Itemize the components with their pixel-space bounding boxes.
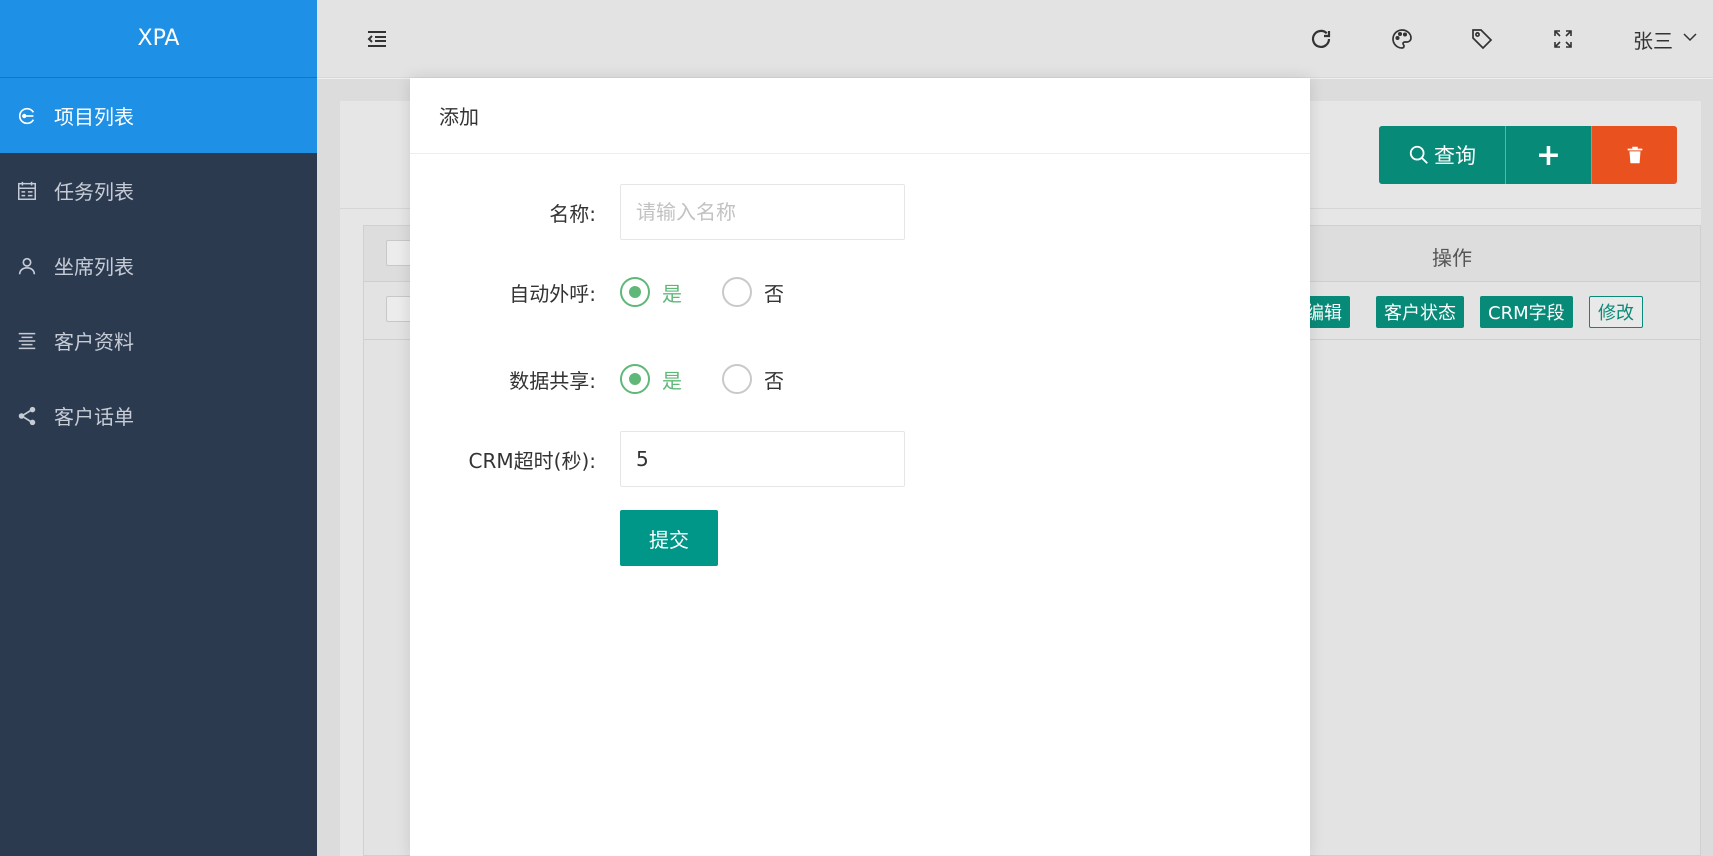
sidebar-item-tasks[interactable]: 任务列表 — [0, 153, 317, 228]
modal-title: 添加 — [410, 78, 1310, 154]
radio-circle — [620, 364, 650, 394]
crm-timeout-row: CRM超时(秒): — [410, 431, 905, 487]
select-all-checkbox[interactable] — [386, 240, 412, 266]
radio-label: 否 — [764, 368, 784, 393]
sidebar-item-label: 客户话单 — [54, 405, 134, 429]
radio-label: 是 — [662, 281, 682, 306]
calendar-icon — [16, 180, 38, 202]
sidebar-item-label: 任务列表 — [54, 180, 134, 204]
data-share-yes-radio[interactable]: 是 — [620, 364, 682, 394]
crm-fields-button[interactable]: CRM字段 — [1480, 296, 1573, 328]
modify-button[interactable]: 修改 — [1589, 296, 1643, 328]
query-button[interactable]: 查询 — [1379, 126, 1506, 184]
chevron-down-icon — [1673, 27, 1699, 51]
palette-icon[interactable] — [1387, 24, 1417, 54]
customer-status-button[interactable]: 客户状态 — [1376, 296, 1464, 328]
auto-call-yes-radio[interactable]: 是 — [620, 277, 682, 307]
user-name: 张三 — [1633, 28, 1673, 53]
radio-label: 是 — [662, 368, 682, 393]
sidebar: XPA 项目列表 任务列表 坐席列表 客户资料 客户话单 — [0, 0, 317, 856]
trash-icon — [1624, 144, 1646, 166]
radio-circle — [722, 364, 752, 394]
sidebar-item-call-records[interactable]: 客户话单 — [0, 378, 317, 453]
data-share-row: 数据共享: 是 否 — [410, 351, 784, 407]
name-input[interactable] — [620, 184, 905, 240]
align-icon — [16, 330, 38, 352]
submit-button[interactable]: 提交 — [620, 510, 718, 566]
share-icon — [16, 405, 38, 427]
tag-icon[interactable] — [1467, 24, 1497, 54]
data-share-no-radio[interactable]: 否 — [722, 364, 784, 394]
sidebar-item-agents[interactable]: 坐席列表 — [0, 228, 317, 303]
sidebar-item-projects[interactable]: 项目列表 — [0, 78, 317, 153]
radio-label: 否 — [764, 281, 784, 306]
sidebar-item-customers[interactable]: 客户资料 — [0, 303, 317, 378]
user-menu[interactable]: 张三 — [1633, 24, 1699, 54]
crm-timeout-label: CRM超时(秒): — [468, 448, 596, 473]
refresh-icon[interactable] — [1306, 24, 1336, 54]
auto-call-label: 自动外呼: — [509, 281, 596, 306]
crm-timeout-input[interactable] — [620, 431, 905, 487]
data-share-label: 数据共享: — [509, 368, 596, 393]
radio-circle — [620, 277, 650, 307]
add-label: + — [1535, 137, 1562, 173]
auto-call-row: 自动外呼: 是 否 — [410, 264, 784, 320]
top-bar: 张三 — [317, 0, 1713, 78]
menu-fold-icon[interactable] — [362, 24, 392, 54]
add-modal: 添加 名称: 自动外呼: 是 否 数据共享: 是 否 CRM超时(秒): 提交 — [410, 78, 1310, 856]
query-label: 查询 — [1434, 144, 1476, 168]
radio-circle — [722, 277, 752, 307]
sidebar-item-label: 坐席列表 — [54, 255, 134, 279]
user-icon — [16, 255, 38, 277]
app-logo: XPA — [0, 0, 317, 78]
fullscreen-icon[interactable] — [1548, 24, 1578, 54]
add-button[interactable]: + — [1506, 126, 1592, 184]
sidebar-item-label: 客户资料 — [54, 330, 134, 354]
row-checkbox[interactable] — [386, 296, 412, 322]
search-icon — [1408, 144, 1430, 166]
delete-button[interactable] — [1592, 126, 1677, 184]
name-label: 名称: — [549, 201, 596, 226]
sidebar-item-label: 项目列表 — [54, 105, 134, 129]
name-row: 名称: — [410, 184, 905, 240]
project-icon — [16, 105, 38, 127]
operations-header: 操作 — [1432, 246, 1472, 270]
auto-call-no-radio[interactable]: 否 — [722, 277, 784, 307]
toolbar-button-group: 查询 + — [1379, 126, 1677, 184]
